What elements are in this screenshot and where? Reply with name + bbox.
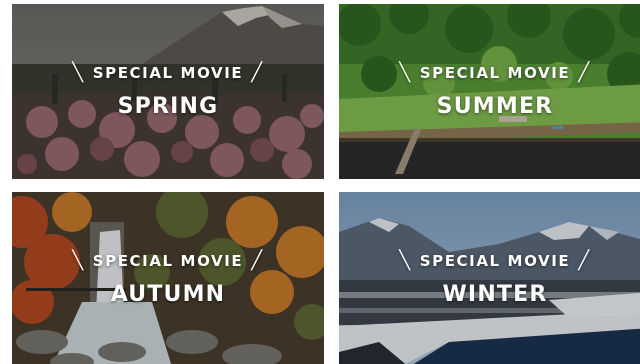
season-title-summer: SUMMER [436,94,554,119]
tile-caption: ╲ SPECIAL MOVIE ╱ SUMMER [339,62,640,120]
winter-movie-tile[interactable]: ╲ SPECIAL MOVIE ╱ WINTER [339,192,640,364]
kicker-text: SPECIAL MOVIE [92,252,244,270]
autumn-movie-tile[interactable]: ╲ SPECIAL MOVIE ╱ AUTUMN [12,192,324,364]
slash-right-decoration: ╱ [251,61,264,83]
season-title-winter: WINTER [442,282,548,307]
summer-movie-tile[interactable]: ╲ SPECIAL MOVIE ╱ SUMMER [339,4,640,179]
tile-caption: ╲ SPECIAL MOVIE ╱ WINTER [339,250,640,308]
slash-right-decoration: ╱ [578,61,591,83]
special-movie-label: ╲ SPECIAL MOVIE ╱ [339,250,640,272]
slash-left-decoration: ╲ [399,249,412,271]
season-movie-grid: ╲ SPECIAL MOVIE ╱ SPRING ╲ SPECIAL MOVIE… [0,0,640,364]
special-movie-label: ╲ SPECIAL MOVIE ╱ [339,62,640,84]
spring-movie-tile[interactable]: ╲ SPECIAL MOVIE ╱ SPRING [12,4,324,179]
tile-caption: ╲ SPECIAL MOVIE ╱ SPRING [12,62,324,120]
slash-left-decoration: ╲ [72,61,85,83]
season-title-spring: SPRING [117,94,219,119]
kicker-text: SPECIAL MOVIE [419,252,571,270]
tile-caption: ╲ SPECIAL MOVIE ╱ AUTUMN [12,250,324,308]
season-title-autumn: AUTUMN [110,282,226,307]
kicker-text: SPECIAL MOVIE [92,64,244,82]
slash-right-decoration: ╱ [578,249,591,271]
slash-left-decoration: ╲ [399,61,412,83]
special-movie-label: ╲ SPECIAL MOVIE ╱ [12,62,324,84]
kicker-text: SPECIAL MOVIE [419,64,571,82]
slash-right-decoration: ╱ [251,249,264,271]
slash-left-decoration: ╲ [72,249,85,271]
special-movie-label: ╲ SPECIAL MOVIE ╱ [12,250,324,272]
